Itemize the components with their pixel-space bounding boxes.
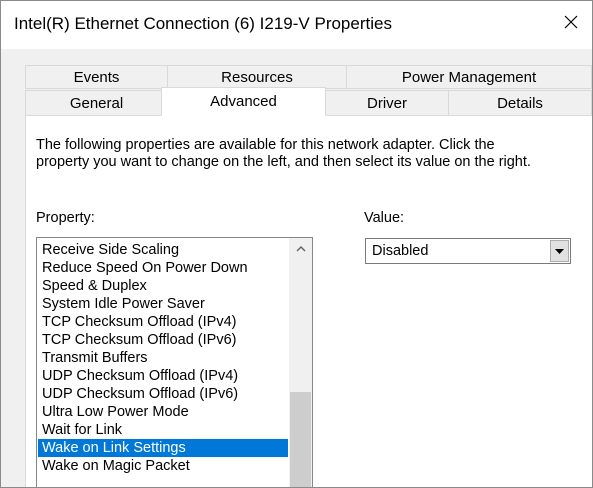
tab-general[interactable]: General	[25, 90, 168, 116]
list-item[interactable]: TCP Checksum Offload (IPv6)	[38, 331, 288, 349]
tab-resources[interactable]: Resources	[167, 65, 347, 89]
scrollbar-thumb[interactable]	[290, 392, 311, 487]
tab-driver[interactable]: Driver	[325, 90, 449, 116]
list-item[interactable]: Speed & Duplex	[38, 277, 288, 295]
property-label: Property:	[36, 210, 95, 226]
list-item[interactable]: Receive Side Scaling	[38, 241, 288, 259]
property-list[interactable]: Receive Side Scaling Reduce Speed On Pow…	[36, 237, 313, 487]
list-item[interactable]: Ultra Low Power Mode	[38, 403, 288, 421]
tab-power-management[interactable]: Power Management	[346, 65, 592, 89]
list-item[interactable]: UDP Checksum Offload (IPv4)	[38, 367, 288, 385]
list-item-selected[interactable]: Wake on Link Settings	[38, 439, 288, 457]
caret-down-icon	[555, 248, 564, 254]
list-item[interactable]: Wait for Link	[38, 421, 288, 439]
title-bar[interactable]: Intel(R) Ethernet Connection (6) I219-V …	[1, 1, 592, 49]
close-icon	[564, 15, 577, 29]
value-label: Value:	[364, 210, 405, 226]
close-button[interactable]	[549, 1, 592, 43]
list-item[interactable]: UDP Checksum Offload (IPv6)	[38, 385, 288, 403]
list-item[interactable]: TCP Checksum Offload (IPv4)	[38, 313, 288, 331]
value-dropdown-text: Disabled	[372, 243, 429, 259]
properties-dialog: Intel(R) Ethernet Connection (6) I219-V …	[0, 0, 593, 488]
window-title: Intel(R) Ethernet Connection (6) I219-V …	[14, 14, 392, 33]
list-item[interactable]: System Idle Power Saver	[38, 295, 288, 313]
list-item[interactable]: Reduce Speed On Power Down	[38, 259, 288, 277]
tab-details[interactable]: Details	[448, 90, 592, 116]
advanced-description: The following properties are available f…	[36, 137, 531, 170]
tab-events[interactable]: Events	[25, 65, 168, 89]
chevron-up-icon	[296, 245, 305, 251]
dropdown-button[interactable]	[550, 240, 569, 262]
list-item[interactable]: Transmit Buffers	[38, 349, 288, 367]
list-item[interactable]: Wake on Magic Packet	[38, 457, 288, 475]
value-dropdown[interactable]: Disabled	[365, 238, 571, 264]
tab-advanced[interactable]: Advanced	[161, 87, 326, 116]
property-list-scrollbar[interactable]	[289, 238, 312, 487]
scroll-up-button[interactable]	[289, 238, 312, 258]
